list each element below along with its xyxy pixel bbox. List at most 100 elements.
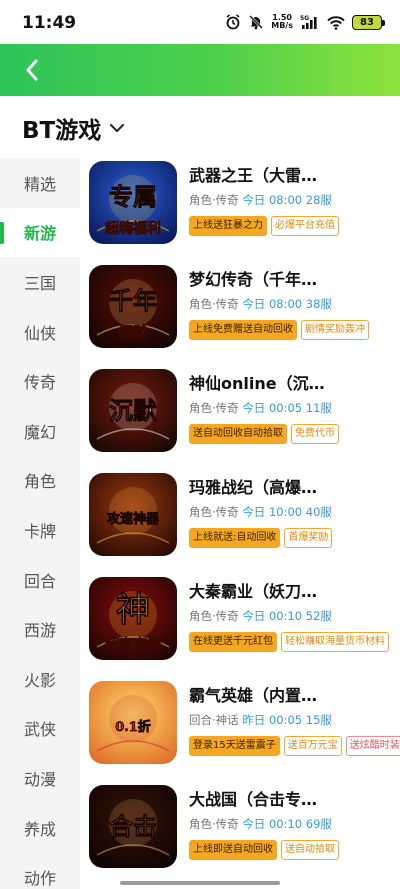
game-icon[interactable]: 千年 沉默 [89, 265, 177, 348]
game-tag: 首爆奖励 [284, 528, 333, 548]
game-category: 回合·神话 [189, 713, 239, 727]
game-list-item[interactable]: 神 超爽高爆 大秦霸业（妖刀… 角色·传奇 今日 00:10 52服 在线更送千元红… [80, 575, 400, 679]
game-list-item[interactable]: 攻速神器 玛雅战纪（高爆… 角色·传奇 今日 10:00 40服 上线就送:自动回收… [80, 471, 400, 575]
sidebar-item-label: 火影 [23, 670, 56, 690]
game-icon[interactable]: 神 超爽高爆 [89, 577, 177, 660]
game-name: 梦幻传奇（千年… [189, 270, 318, 289]
sidebar-item-label: 养成 [23, 819, 56, 839]
sidebar-item-label: 新游 [23, 224, 56, 244]
status-icons: 1.50 MB/s 5G 83 [225, 11, 385, 33]
game-category: 角色·传奇 [189, 401, 239, 415]
sidebar-item[interactable]: 魔幻 [0, 406, 80, 456]
category-dropdown[interactable]: BT游戏 [22, 110, 125, 146]
game-server: 11服 [305, 401, 332, 415]
svg-text:超嗨福利: 超嗨福利 [104, 220, 161, 237]
game-tags: 送自动回收自动拾取 免费代币 [189, 424, 339, 444]
sidebar-item[interactable]: 动漫 [0, 753, 80, 803]
game-tags: 上线送狂暴之力 必爆平台充值 [189, 216, 339, 236]
sidebar-item[interactable]: 卡牌 [0, 505, 80, 555]
mute-bell-icon [249, 15, 264, 30]
game-list-item[interactable]: 专属 超嗨福利 武器之王（大雷… 角色·传奇 今日 08:00 28服 上线送狂暴之… [80, 159, 400, 263]
game-meta: 回合·神话 昨日 00:05 15服 [189, 712, 332, 728]
sidebar-item-label: 仙侠 [23, 323, 56, 343]
sidebar-item[interactable]: 精选 [0, 158, 80, 208]
sidebar-item-label: 回合 [23, 571, 56, 591]
sidebar-item-label: 精选 [23, 174, 56, 194]
svg-text:千年: 千年 [109, 286, 157, 315]
game-server: 52服 [305, 609, 332, 623]
category-sidebar: 精选新游三国仙侠传奇魔幻角色卡牌回合西游火影武侠动漫养成动作 [0, 158, 80, 889]
game-meta: 角色·传奇 今日 00:10 52服 [189, 608, 332, 624]
sidebar-item[interactable]: 动作 [0, 852, 80, 889]
sidebar-item-label: 西游 [23, 621, 56, 641]
game-category: 角色·传奇 [189, 297, 239, 311]
status-time: 11:49 [22, 13, 77, 33]
chevron-left-icon [26, 59, 38, 81]
game-server: 40服 [305, 505, 332, 519]
game-open-time: 今日 00:10 [242, 609, 303, 623]
game-list-item[interactable]: 沉默 神仙online（沉… 角色·传奇 今日 00:05 11服 送自动回收自动拾… [80, 367, 400, 471]
game-list-item[interactable]: 千年 沉默 梦幻传奇（千年… 角色·传奇 今日 08:00 38服 上线免费赠送自动… [80, 263, 400, 367]
app-header [0, 44, 400, 96]
game-tag: 上线就送:自动回收 [189, 528, 281, 548]
game-icon[interactable]: 专属 超嗨福利 [89, 161, 177, 244]
sidebar-item[interactable]: 武侠 [0, 704, 80, 754]
game-tags: 上线免费赠送自动回收 剧情奖励轰冲 [189, 320, 369, 340]
game-name: 玛雅战纪（高爆… [189, 478, 318, 497]
back-button[interactable] [16, 54, 48, 86]
network-speed: 1.50 MB/s [271, 13, 293, 30]
game-tags: 上线即送自动回收 送自动拾取 [189, 840, 339, 860]
sidebar-item-label: 武侠 [23, 720, 56, 740]
game-name: 神仙online（沉… [189, 374, 325, 393]
svg-text:超爽高爆: 超爽高爆 [104, 636, 162, 653]
game-tag: 送自动回收自动拾取 [189, 424, 287, 444]
game-tag: 送百万元宝 [283, 736, 342, 756]
game-icon[interactable]: 沉默 [89, 369, 177, 452]
game-tags: 登录15天送雷震子 送百万元宝 送炫酷时装 [189, 736, 400, 756]
sidebar-item[interactable]: 传奇 [0, 356, 80, 406]
game-icon[interactable]: 攻速神器 [89, 473, 177, 556]
home-indicator[interactable] [120, 881, 280, 885]
game-icon[interactable]: 0.1折 [89, 681, 177, 764]
sidebar-item[interactable]: 西游 [0, 604, 80, 654]
game-category: 角色·传奇 [189, 505, 239, 519]
game-tag: 登录15天送雷震子 [189, 736, 280, 756]
svg-text:攻速神器: 攻速神器 [107, 511, 160, 527]
sidebar-item[interactable]: 养成 [0, 803, 80, 853]
sidebar-item[interactable]: 仙侠 [0, 307, 80, 357]
game-server: 38服 [305, 297, 332, 311]
game-meta: 角色·传奇 今日 08:00 38服 [189, 296, 332, 312]
sidebar-item-label: 魔幻 [23, 422, 56, 442]
game-name: 大战国（合击专… [189, 790, 318, 809]
alarm-icon [226, 14, 240, 30]
game-icon[interactable]: 合击 [89, 785, 177, 868]
sidebar-item-label: 卡牌 [23, 521, 56, 541]
game-tag: 轻松赚取海量货币材料 [281, 632, 389, 652]
wifi-icon [327, 15, 345, 30]
game-open-time: 昨日 00:05 [242, 713, 303, 727]
svg-text:沉默: 沉默 [119, 324, 148, 341]
sidebar-item[interactable]: 新游 [0, 207, 80, 258]
game-server: 28服 [305, 193, 332, 207]
sidebar-item-label: 动作 [23, 869, 56, 889]
sidebar-item-label: 动漫 [23, 769, 56, 789]
game-tag: 送炫酷时装 [345, 736, 400, 756]
svg-text:0.1折: 0.1折 [115, 719, 151, 735]
sidebar-item[interactable]: 三国 [0, 257, 80, 307]
game-list-item[interactable]: 0.1折 霸气英雄（内置… 回合·神话 昨日 00:05 15服 登录15天送雷震子… [80, 679, 400, 783]
sidebar-item[interactable]: 角色 [0, 456, 80, 506]
game-tag: 送自动拾取 [281, 840, 339, 860]
battery-indicator: 83 [352, 14, 385, 30]
game-list: 专属 超嗨福利 武器之王（大雷… 角色·传奇 今日 08:00 28服 上线送狂暴之… [80, 158, 400, 889]
game-tag: 免费代币 [291, 424, 339, 444]
game-tags: 上线就送:自动回收 首爆奖励 [189, 528, 333, 548]
sidebar-item[interactable]: 火影 [0, 654, 80, 704]
game-tag: 上线免费赠送自动回收 [189, 320, 297, 340]
game-list-item[interactable]: 合击 大战国（合击专… 角色·传奇 今日 00:10 69服 上线即送自动回收 送自动… [80, 783, 400, 887]
sidebar-item-label: 三国 [23, 273, 56, 293]
signal-icon: 5G [300, 15, 317, 29]
game-open-time: 今日 08:00 [242, 297, 303, 311]
sidebar-item[interactable]: 回合 [0, 555, 80, 605]
game-category: 角色·传奇 [189, 193, 239, 207]
game-name: 大秦霸业（妖刀… [189, 582, 318, 601]
